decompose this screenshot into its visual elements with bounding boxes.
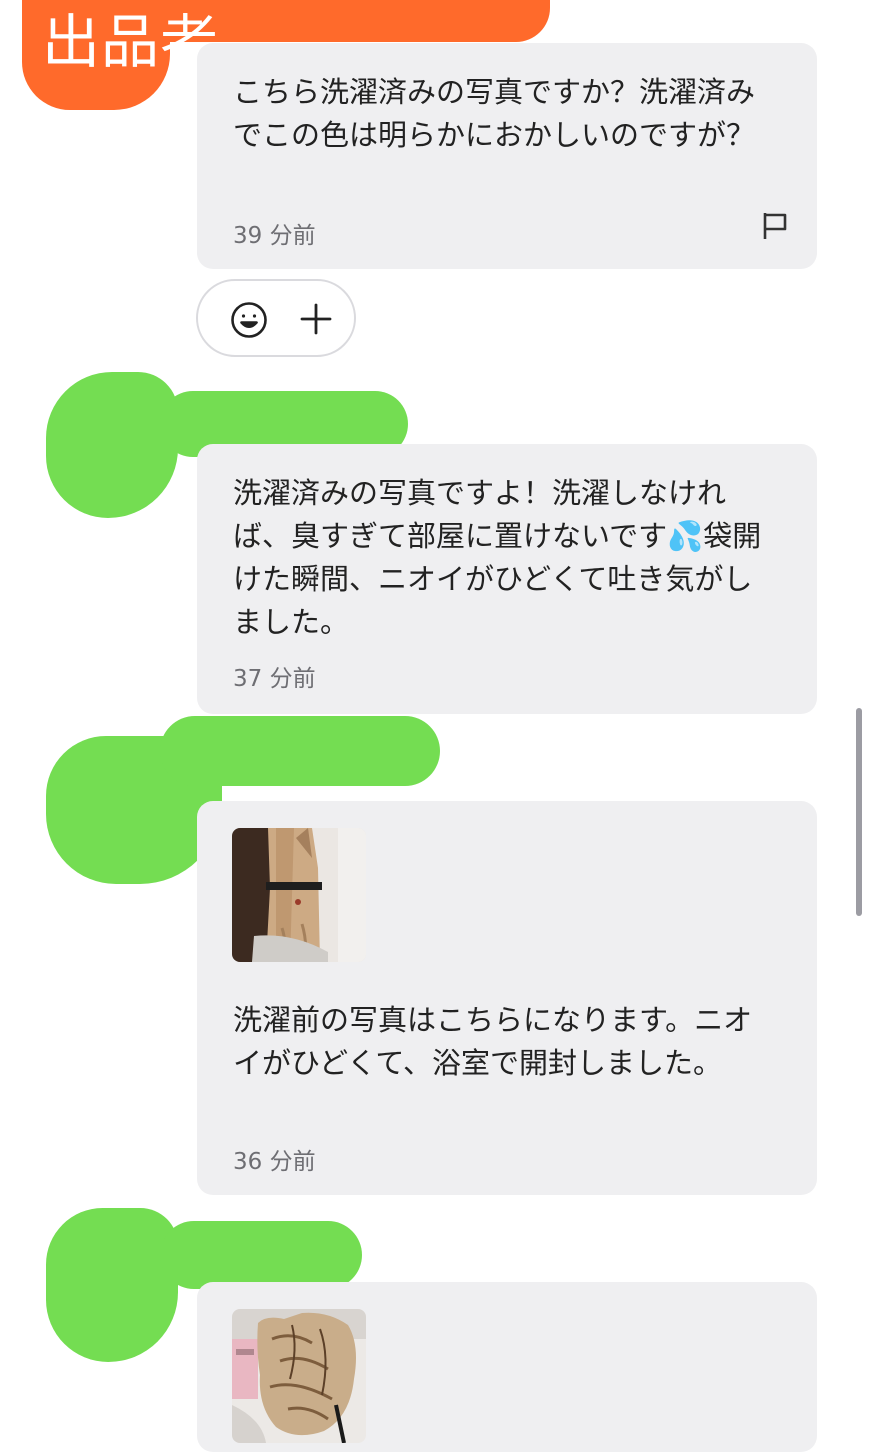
- message-bubble: 洗濯前の写真はこちらになります。ニオイがひどくて、浴室で開封しました。 36 分…: [197, 801, 817, 1195]
- smiley-icon[interactable]: [230, 301, 268, 339]
- clothing-photo-bundled-garment: [232, 1309, 366, 1443]
- message-bubble-seller: こちら洗濯済みの写真ですか？洗濯済みでこの色は明らかにおかしいのですが？ 39 …: [197, 43, 817, 269]
- seller-label: 出品者: [42, 8, 220, 76]
- message-text: こちら洗濯済みの写真ですか？洗濯済みでこの色は明らかにおかしいのですが？: [233, 75, 756, 152]
- redaction-mark: [46, 372, 178, 518]
- message-timestamp: 37 分前: [233, 666, 316, 692]
- message-text: 洗濯済みの写真ですよ！洗濯しなければ、臭すぎて部屋に置けないです💦袋開けた瞬間、…: [233, 476, 762, 639]
- redaction-mark: [160, 716, 440, 786]
- message-bubble: [197, 1282, 817, 1452]
- message-timestamp: 36 分前: [233, 1149, 316, 1175]
- message-bubble: 洗濯済みの写真ですよ！洗濯しなければ、臭すぎて部屋に置けないです💦袋開けた瞬間、…: [197, 444, 817, 714]
- scrollbar-thumb[interactable]: [856, 708, 862, 916]
- message-photo[interactable]: [232, 828, 366, 962]
- flag-icon[interactable]: [761, 211, 789, 241]
- message-text: 洗濯前の写真はこちらになります。ニオイがひどくて、浴室で開封しました。: [233, 1003, 753, 1080]
- redaction-mark: [160, 1221, 362, 1289]
- plus-icon[interactable]: [298, 301, 334, 337]
- message-timestamp: 39 分前: [233, 223, 316, 249]
- message-photo[interactable]: [232, 1309, 366, 1443]
- redaction-mark: [46, 1208, 178, 1362]
- clothing-photo-hanging-dress: [232, 828, 366, 962]
- reaction-bar: [196, 279, 356, 357]
